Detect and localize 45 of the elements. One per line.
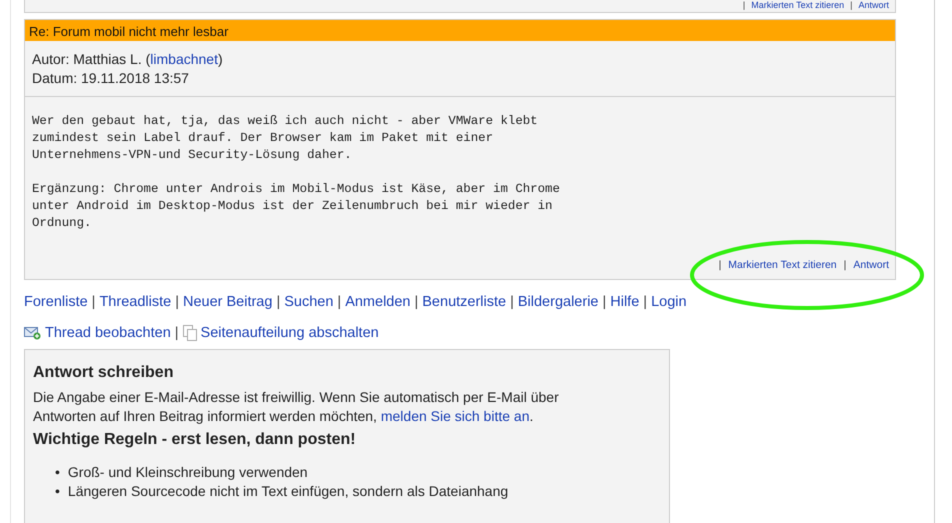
bullet: • [55, 482, 60, 501]
separator: | [175, 294, 179, 310]
separator: | [276, 294, 280, 310]
rule-item: Längeren Sourcecode nicht im Text einfügen, sondern als Dateianhang [68, 482, 508, 501]
separator: | [92, 294, 96, 310]
separator: | [602, 294, 606, 310]
pages-icon [182, 325, 197, 341]
author-link[interactable]: limbachnet [150, 51, 218, 67]
nav-link[interactable]: Anmelden [345, 294, 410, 310]
author-label: Autor: Matthias L. ( [32, 51, 150, 67]
nav-link[interactable]: Benutzerliste [422, 294, 506, 310]
reply-intro: Die Angabe einer E-Mail-Adresse ist freiwillig. Wenn Sie automatisch per E-Mail über Antworten auf Ihren Beitrag informiert werden möchten, melden Sie sich bitte an. [33, 388, 560, 426]
separator: | [414, 294, 418, 310]
post-paragraph: Ergänzung: Chrome unter Androis im Mobil-Modus ist Käse, aber im Chrome unter Android im Desktop-Modus ist der Zeilenumbruch bei mir wieder in Ordnung. [32, 181, 561, 232]
thread-tool-link[interactable]: Seitenaufteilung abschalten [200, 325, 379, 341]
action-link[interactable]: Markierten Text zitieren [751, 0, 844, 11]
bullet: • [55, 463, 60, 482]
thread-tool-link[interactable]: Thread beobachten [45, 325, 171, 341]
action-link[interactable]: Markierten Text zitieren [728, 259, 837, 271]
separator: | [510, 294, 514, 310]
separator: | [742, 0, 746, 11]
separator: | [850, 0, 852, 11]
envelope-plus-icon [24, 326, 41, 340]
post-date: Datum: 19.11.2018 13:57 [32, 69, 190, 88]
post-title: Re: Forum mobil nicht mehr lesbar [25, 20, 895, 41]
action-link[interactable]: Antwort [853, 259, 889, 271]
reply-heading: Antwort schreiben [33, 364, 174, 382]
separator: | [174, 325, 179, 341]
nav-link[interactable]: Bildergalerie [518, 294, 598, 310]
rule-item: Groß- und Kleinschreibung verwenden [68, 463, 308, 482]
register-link[interactable]: melden Sie sich bitte an [380, 408, 530, 424]
nav-link[interactable]: Hilfe [610, 294, 640, 310]
author-label: ) [218, 51, 223, 67]
nav-link[interactable]: Neuer Beitrag [182, 294, 272, 310]
separator: | [844, 259, 846, 271]
nav-link[interactable]: Forenliste [24, 294, 88, 310]
nav-link[interactable]: Suchen [284, 294, 334, 310]
separator: | [643, 294, 648, 310]
action-link[interactable]: Antwort [858, 0, 889, 11]
nav-link[interactable]: Login [651, 294, 687, 310]
post-paragraph: Wer den gebaut hat, tja, das weiß ich auch nicht - aber VMWare klebt zumindest sein Label drauf. Der Browser kam im Paket mit einer Unternehmens-VPN-und Security-Lösung daher. [32, 113, 539, 164]
nav-link[interactable]: Threadliste [99, 294, 172, 310]
separator: | [718, 259, 722, 271]
separator: | [337, 294, 342, 310]
rules-heading: Wichtige Regeln - erst lesen, dann posten! [33, 431, 357, 449]
